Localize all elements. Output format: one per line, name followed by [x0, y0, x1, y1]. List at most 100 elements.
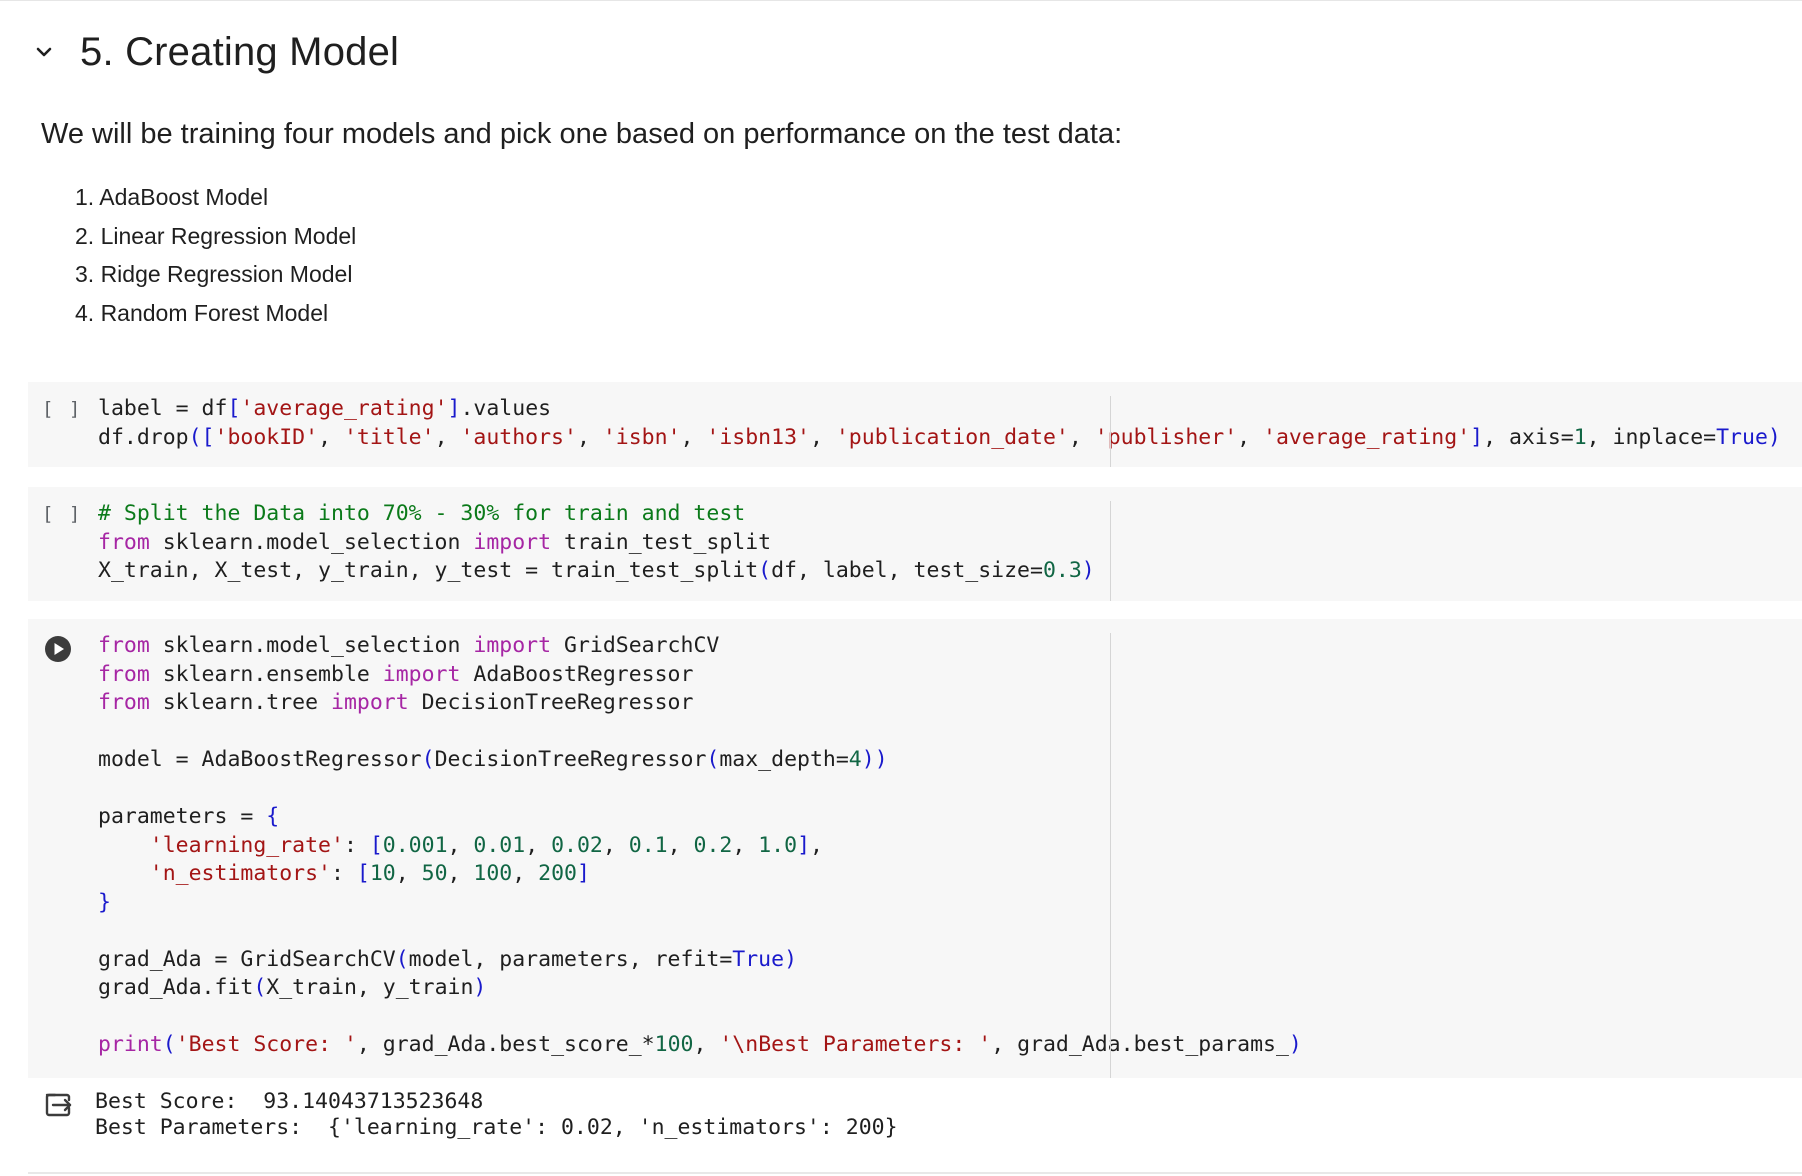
- code-line: df.drop(['bookID', 'title', 'authors', '…: [98, 424, 1781, 453]
- section-title: 5. Creating Model: [80, 29, 400, 74]
- code-token: , grad_Ada.best_params_: [991, 1032, 1289, 1057]
- code-token: True: [1716, 424, 1768, 450]
- code-token: ,: [525, 832, 552, 858]
- code-token: 'publisher': [1094, 424, 1238, 450]
- code-token: (: [253, 975, 267, 1000]
- top-divider: [0, 0, 1802, 1]
- code-token: X_train, X_test, y_train, y_test = train…: [98, 558, 759, 583]
- code-cell-3[interactable]: from sklearn.model_selection import Grid…: [28, 619, 1802, 1078]
- model-list: 1. AdaBoost Model 2. Linear Regression M…: [75, 178, 356, 332]
- code-token: ): [473, 975, 487, 1000]
- code-token: ]: [576, 861, 590, 886]
- line-length-ruler: [1110, 396, 1111, 467]
- code-token: AdaBoostRegressor: [460, 661, 694, 687]
- run-cell-button[interactable]: [44, 635, 72, 663]
- code-token: 1: [1573, 424, 1587, 450]
- code-token: ]: [797, 832, 811, 858]
- code-token: X_train, y_train: [266, 975, 474, 1000]
- line-length-ruler: [1110, 633, 1111, 1078]
- code-token: 'publication_date': [835, 424, 1069, 450]
- code-line: from sklearn.model_selection import Grid…: [98, 632, 1302, 661]
- code-line: # Split the Data into 70% - 30% for trai…: [98, 500, 1095, 529]
- code-token: train_test_split: [551, 529, 772, 555]
- code-token: )): [861, 747, 888, 772]
- code-editor[interactable]: from sklearn.model_selection import Grid…: [98, 632, 1302, 1060]
- code-token: 200: [538, 861, 577, 886]
- code-token: df.drop: [98, 424, 189, 450]
- section-header: 5. Creating Model: [30, 22, 399, 82]
- code-line: from sklearn.ensemble import AdaBoostReg…: [98, 661, 1302, 690]
- code-token: (: [758, 558, 772, 583]
- code-token: ,: [667, 832, 694, 858]
- code-token: sklearn.ensemble: [149, 661, 383, 687]
- execution-count-bracket[interactable]: [ ]: [42, 503, 82, 525]
- code-token: sklearn.tree: [149, 690, 331, 715]
- bottom-divider: [28, 1172, 1802, 1174]
- code-token: import: [382, 661, 461, 687]
- code-token: (: [706, 747, 720, 772]
- code-token: 0.3: [1042, 558, 1082, 583]
- code-token: from: [98, 529, 150, 555]
- code-token: ,: [602, 832, 629, 858]
- code-token: 100: [654, 1032, 694, 1057]
- code-token: ,: [395, 861, 422, 886]
- code-token: import: [473, 633, 552, 658]
- code-token: import: [473, 529, 552, 555]
- code-token: from: [98, 661, 150, 687]
- code-token: 0.2: [693, 832, 733, 858]
- code-token: , inplace=: [1586, 424, 1717, 450]
- code-line: parameters = {: [98, 803, 1302, 832]
- output-exit-icon: [45, 1093, 72, 1117]
- code-token: 0.001: [382, 832, 448, 858]
- code-token: label = df: [98, 396, 228, 421]
- play-circle-icon: [45, 636, 71, 662]
- list-item: 1. AdaBoost Model: [75, 184, 269, 210]
- code-token: parameters =: [98, 804, 267, 829]
- code-line: 'learning_rate': [0.001, 0.01, 0.02, 0.1…: [98, 832, 1302, 861]
- code-token: 'isbn': [602, 424, 681, 450]
- code-token: 100: [473, 861, 513, 886]
- code-token: ,: [809, 424, 836, 450]
- list-item: 3. Ridge Regression Model: [75, 261, 353, 287]
- code-token: ]: [1470, 424, 1484, 450]
- code-cell-1[interactable]: [ ] label = df['average_rating'].values d…: [28, 382, 1802, 467]
- code-token: 'Best Score: ': [175, 1032, 357, 1057]
- code-token: {: [266, 804, 280, 829]
- code-cell-2[interactable]: [ ] # Split the Data into 70% - 30% for …: [28, 487, 1802, 601]
- code-token: True: [732, 946, 785, 972]
- execution-count-bracket[interactable]: [ ]: [42, 398, 82, 420]
- output-actions-button[interactable]: [43, 1090, 73, 1120]
- code-token: DecisionTreeRegressor: [408, 690, 694, 715]
- code-editor[interactable]: label = df['average_rating'].values df.dr…: [98, 395, 1781, 452]
- code-token: ,: [680, 424, 707, 450]
- code-token: ,: [447, 832, 474, 858]
- code-line: grad_Ada = GridSearchCV(model, parameter…: [98, 946, 1302, 975]
- code-token: model = AdaBoostRegressor: [98, 747, 422, 772]
- code-token: ,: [732, 832, 759, 858]
- output-line-params: Best Parameters: {'learning_rate': 0.02,…: [95, 1115, 898, 1140]
- collapse-section-button[interactable]: [30, 38, 58, 66]
- code-token: ): [1081, 558, 1095, 583]
- code-token: 'learning_rate': [149, 832, 344, 858]
- code-editor[interactable]: # Split the Data into 70% - 30% for trai…: [98, 500, 1095, 586]
- code-token: sklearn.model_selection: [149, 529, 474, 555]
- code-token: DecisionTreeRegressor: [434, 747, 707, 772]
- code-token: }: [98, 889, 111, 915]
- code-token: model, parameters, refit=: [408, 946, 733, 972]
- code-token: grad_Ada = GridSearchCV: [98, 946, 396, 972]
- chevron-down-icon: [36, 47, 52, 57]
- code-token: 'title': [343, 424, 435, 450]
- code-token: ): [784, 946, 798, 972]
- code-token: GridSearchCV: [551, 633, 720, 658]
- cell-output: Best Score: 93.14043713523648 Best Parame…: [28, 1078, 1802, 1170]
- code-token: [: [369, 832, 383, 858]
- output-text: Best Score: 93.14043713523648 Best Parame…: [95, 1089, 898, 1141]
- code-token: (: [162, 1032, 176, 1057]
- code-token: 0.01: [473, 832, 526, 858]
- code-token: ,: [1237, 424, 1264, 450]
